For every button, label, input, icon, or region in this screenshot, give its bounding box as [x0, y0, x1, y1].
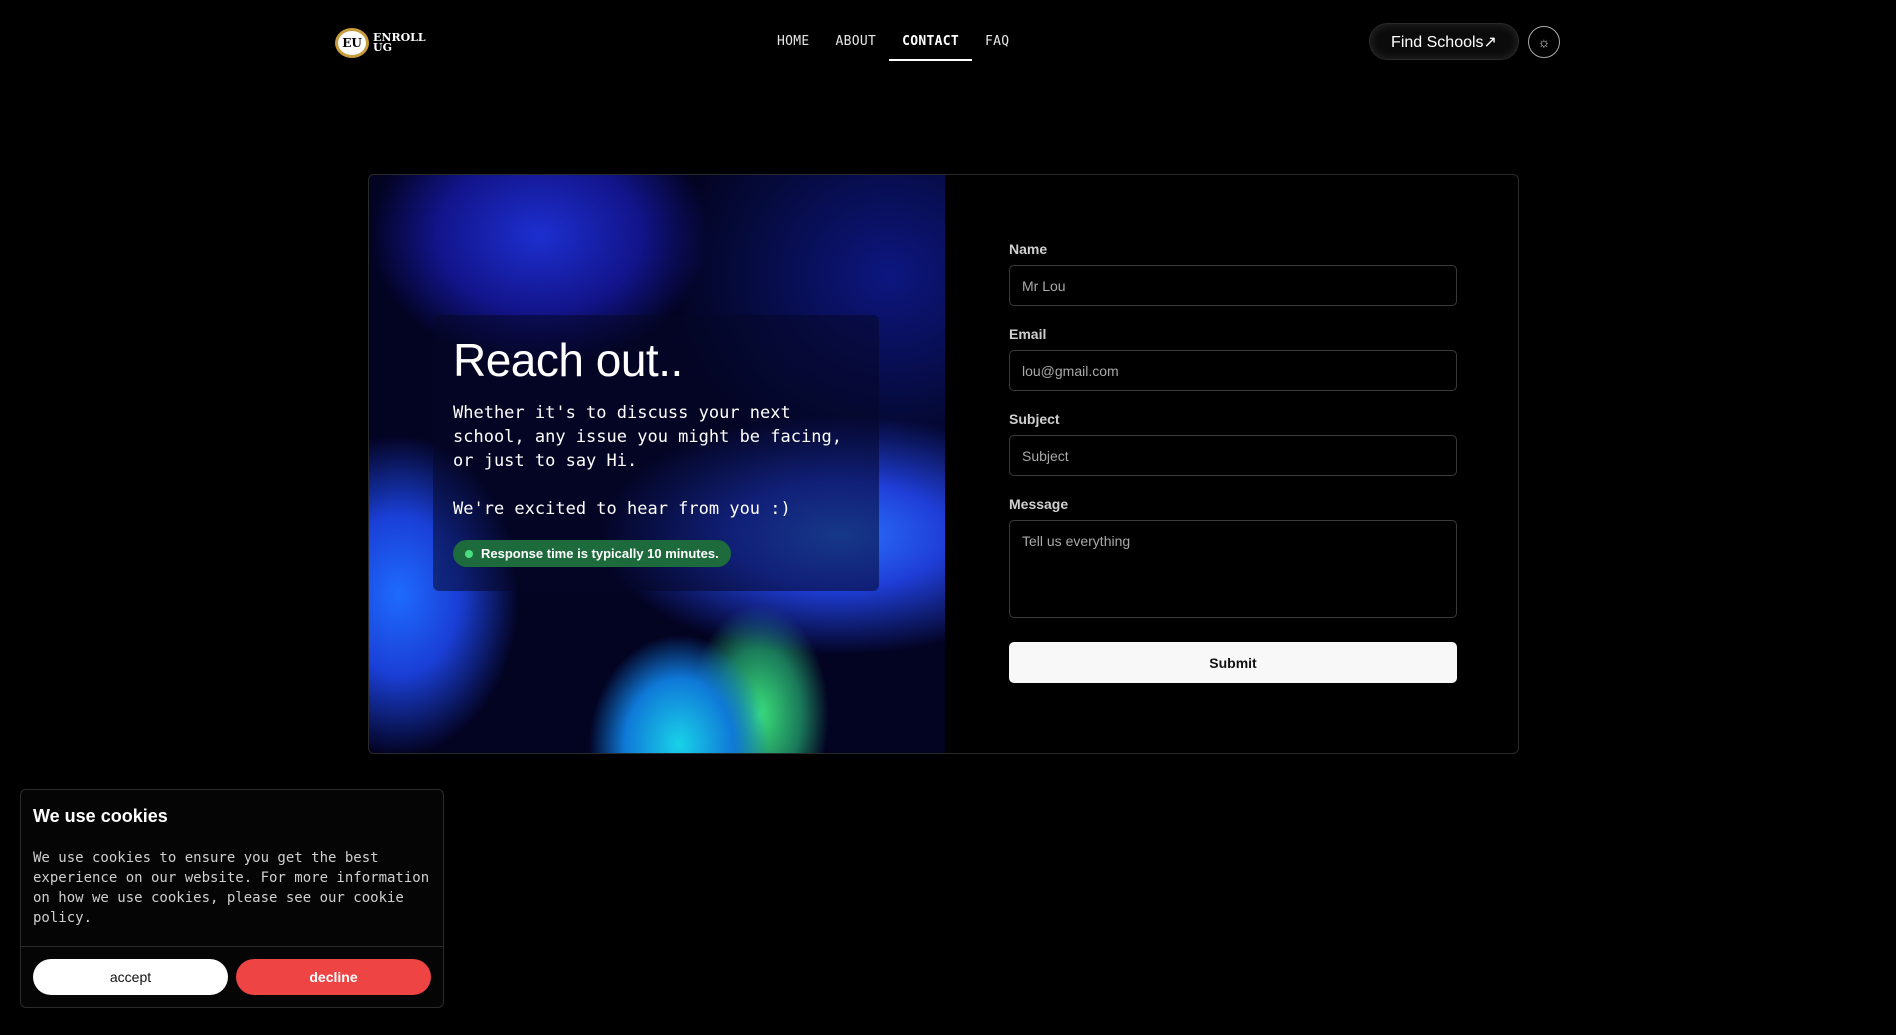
message-label: Message: [1009, 496, 1069, 512]
name-label: Name: [1009, 241, 1048, 257]
logo-badge: EU: [335, 28, 369, 58]
email-input[interactable]: lou@gmail.com: [1009, 350, 1457, 391]
main-nav: HOME ABOUT CONTACT FAQ: [764, 26, 1022, 61]
logo[interactable]: EU ENROLL UG: [335, 28, 426, 58]
logo-line-2: UG: [373, 41, 392, 54]
status-dot-icon: [465, 549, 473, 558]
cookie-banner: We use cookies We use cookies to ensure …: [20, 789, 444, 1008]
hero-content: Reach out.. Whether it's to discuss your…: [433, 315, 879, 591]
cookie-text: We use cookies to ensure you get the bes…: [33, 850, 430, 926]
name-input[interactable]: Mr Lou: [1009, 265, 1457, 306]
logo-text: ENROLL UG: [373, 32, 426, 54]
hero-panel: Reach out.. Whether it's to discuss your…: [369, 175, 945, 753]
decline-cookies-button[interactable]: decline: [236, 959, 431, 995]
sun-icon: ☼: [1537, 34, 1551, 50]
message-textarea[interactable]: Tell us everything: [1009, 520, 1457, 618]
subject-label: Subject: [1009, 411, 1060, 427]
cookie-divider: [21, 946, 443, 947]
submit-button[interactable]: Submit: [1009, 642, 1457, 683]
contact-form: Name Mr Lou Email lou@gmail.com Subject …: [1009, 241, 1457, 683]
nav-about[interactable]: ABOUT: [823, 26, 890, 57]
response-time-badge: Response time is typically 10 minutes.: [453, 540, 731, 567]
nav-faq[interactable]: FAQ: [972, 26, 1022, 57]
cookie-title: We use cookies: [33, 806, 168, 826]
nav-home[interactable]: HOME: [764, 26, 823, 57]
theme-toggle-button[interactable]: ☼: [1528, 26, 1560, 58]
hero-title: Reach out..: [453, 334, 683, 386]
subject-input[interactable]: Subject: [1009, 435, 1457, 476]
hero-text-2: We're excited to hear from you :): [453, 499, 791, 519]
contact-card: Reach out.. Whether it's to discuss your…: [368, 174, 1519, 754]
email-label: Email: [1009, 326, 1047, 342]
accept-cookies-button[interactable]: accept: [33, 959, 228, 995]
nav-contact[interactable]: CONTACT: [889, 26, 972, 61]
hero-text: Whether it's to discuss your next school…: [453, 403, 842, 471]
find-schools-button[interactable]: Find Schools↗: [1369, 23, 1519, 60]
response-time-text: Response time is typically 10 minutes.: [481, 546, 719, 561]
